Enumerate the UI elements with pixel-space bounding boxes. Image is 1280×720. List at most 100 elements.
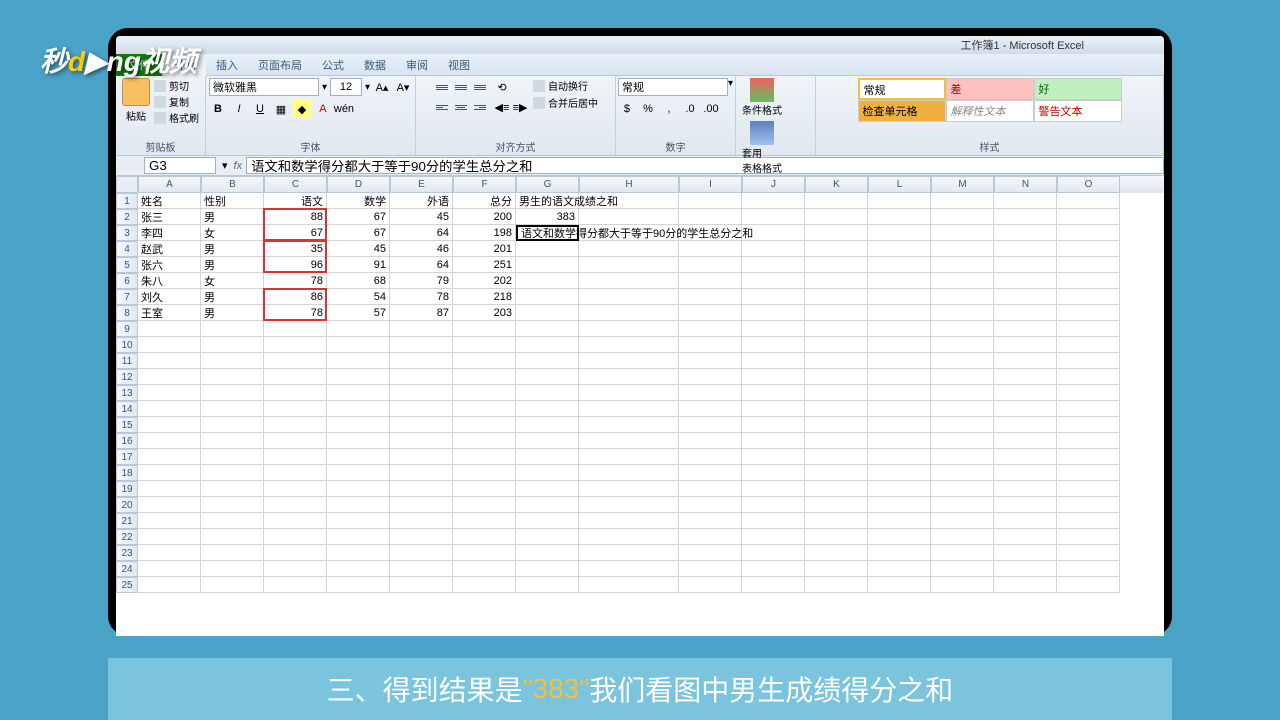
cell-K7[interactable]: [805, 289, 868, 305]
indent-decrease-button[interactable]: ◀≡: [493, 98, 511, 116]
cell-I13[interactable]: [679, 385, 742, 401]
cell-C19[interactable]: [264, 481, 327, 497]
col-header-B[interactable]: B: [201, 176, 264, 193]
cell-A15[interactable]: [138, 417, 201, 433]
cell-J17[interactable]: [742, 449, 805, 465]
comma-button[interactable]: ,: [660, 100, 678, 118]
cell-I10[interactable]: [679, 337, 742, 353]
cell-K17[interactable]: [805, 449, 868, 465]
cell-C12[interactable]: [264, 369, 327, 385]
cell-A21[interactable]: [138, 513, 201, 529]
row-header-4[interactable]: 4: [116, 241, 138, 257]
cell-K6[interactable]: [805, 273, 868, 289]
cell-G9[interactable]: [516, 321, 579, 337]
cell-J2[interactable]: [742, 209, 805, 225]
cell-G25[interactable]: [516, 577, 579, 593]
cell-B5[interactable]: 男: [201, 257, 264, 273]
cell-A19[interactable]: [138, 481, 201, 497]
cell-E1[interactable]: 外语: [390, 193, 453, 209]
cell-D15[interactable]: [327, 417, 390, 433]
cell-H22[interactable]: [579, 529, 679, 545]
cell-G14[interactable]: [516, 401, 579, 417]
cell-K19[interactable]: [805, 481, 868, 497]
cell-E5[interactable]: 64: [390, 257, 453, 273]
cell-A14[interactable]: [138, 401, 201, 417]
cell-B21[interactable]: [201, 513, 264, 529]
format-painter-button[interactable]: 格式刷: [154, 110, 199, 125]
cell-N23[interactable]: [994, 545, 1057, 561]
row-header-17[interactable]: 17: [116, 449, 138, 465]
col-header-E[interactable]: E: [390, 176, 453, 193]
cell-J12[interactable]: [742, 369, 805, 385]
font-color-button[interactable]: A: [314, 100, 332, 118]
cell-O19[interactable]: [1057, 481, 1120, 497]
cell-F16[interactable]: [453, 433, 516, 449]
cell-H16[interactable]: [579, 433, 679, 449]
cell-E2[interactable]: 45: [390, 209, 453, 225]
cell-E7[interactable]: 78: [390, 289, 453, 305]
cell-G17[interactable]: [516, 449, 579, 465]
cell-B14[interactable]: [201, 401, 264, 417]
row-header-3[interactable]: 3: [116, 225, 138, 241]
cell-M8[interactable]: [931, 305, 994, 321]
cell-D14[interactable]: [327, 401, 390, 417]
cell-D1[interactable]: 数学: [327, 193, 390, 209]
cell-J14[interactable]: [742, 401, 805, 417]
orientation-button[interactable]: ⟲: [493, 78, 511, 96]
style-bad[interactable]: 差: [946, 78, 1034, 100]
cell-A13[interactable]: [138, 385, 201, 401]
cell-G18[interactable]: [516, 465, 579, 481]
align-bottom-button[interactable]: [471, 78, 489, 96]
cell-I15[interactable]: [679, 417, 742, 433]
formula-bar[interactable]: [246, 157, 1164, 174]
cell-F21[interactable]: [453, 513, 516, 529]
cell-L4[interactable]: [868, 241, 931, 257]
cell-A1[interactable]: 姓名: [138, 193, 201, 209]
cell-L18[interactable]: [868, 465, 931, 481]
cell-H11[interactable]: [579, 353, 679, 369]
cell-D3[interactable]: 67: [327, 225, 390, 241]
cell-J24[interactable]: [742, 561, 805, 577]
cell-N4[interactable]: [994, 241, 1057, 257]
style-check[interactable]: 检查单元格: [858, 100, 946, 122]
cell-H5[interactable]: [579, 257, 679, 273]
col-header-G[interactable]: G: [516, 176, 579, 193]
cell-J19[interactable]: [742, 481, 805, 497]
cell-E4[interactable]: 46: [390, 241, 453, 257]
cell-K12[interactable]: [805, 369, 868, 385]
cell-M1[interactable]: [931, 193, 994, 209]
cell-A23[interactable]: [138, 545, 201, 561]
cell-N7[interactable]: [994, 289, 1057, 305]
cell-A11[interactable]: [138, 353, 201, 369]
cell-C1[interactable]: 语文: [264, 193, 327, 209]
cell-L19[interactable]: [868, 481, 931, 497]
cell-H18[interactable]: [579, 465, 679, 481]
cell-F18[interactable]: [453, 465, 516, 481]
cell-D25[interactable]: [327, 577, 390, 593]
cell-H23[interactable]: [579, 545, 679, 561]
row-header-2[interactable]: 2: [116, 209, 138, 225]
cell-G13[interactable]: [516, 385, 579, 401]
cell-L3[interactable]: [868, 225, 931, 241]
cell-B4[interactable]: 男: [201, 241, 264, 257]
cell-N17[interactable]: [994, 449, 1057, 465]
cell-B7[interactable]: 男: [201, 289, 264, 305]
cell-I4[interactable]: [679, 241, 742, 257]
cell-B9[interactable]: [201, 321, 264, 337]
row-header-13[interactable]: 13: [116, 385, 138, 401]
cell-I6[interactable]: [679, 273, 742, 289]
cell-D12[interactable]: [327, 369, 390, 385]
cell-D4[interactable]: 45: [327, 241, 390, 257]
decrease-decimal-button[interactable]: .00: [702, 100, 720, 118]
cell-O15[interactable]: [1057, 417, 1120, 433]
cell-F25[interactable]: [453, 577, 516, 593]
name-box-dropdown-icon[interactable]: ▾: [222, 159, 228, 172]
cell-A9[interactable]: [138, 321, 201, 337]
cell-K3[interactable]: [805, 225, 868, 241]
cell-K11[interactable]: [805, 353, 868, 369]
cell-K25[interactable]: [805, 577, 868, 593]
row-header-21[interactable]: 21: [116, 513, 138, 529]
cell-F10[interactable]: [453, 337, 516, 353]
cell-L14[interactable]: [868, 401, 931, 417]
cell-J7[interactable]: [742, 289, 805, 305]
